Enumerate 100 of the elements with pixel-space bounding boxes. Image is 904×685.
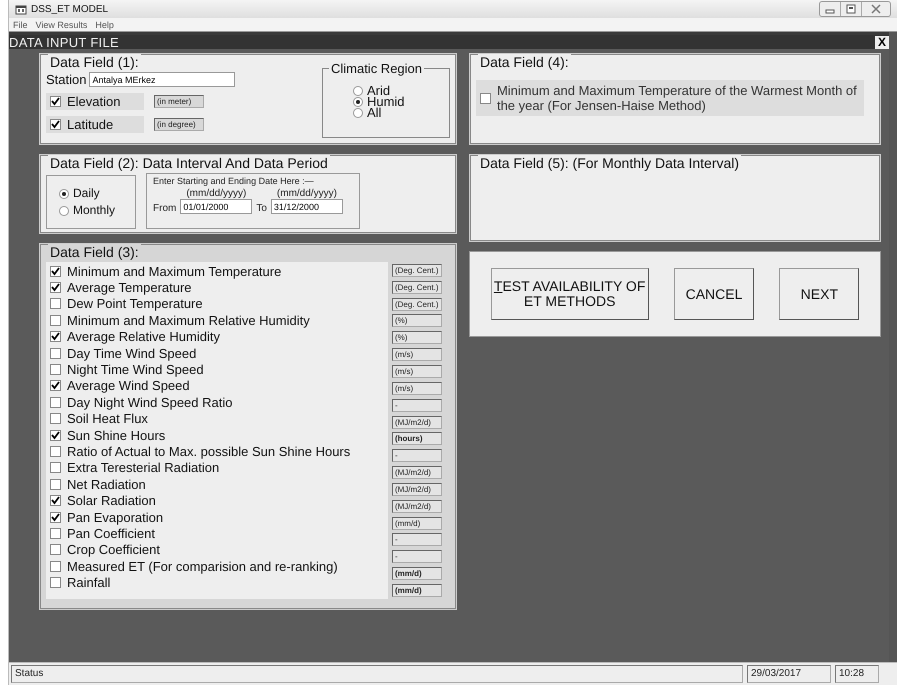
checkbox-label: Solar Radiation [67, 493, 156, 508]
maximize-icon [846, 4, 856, 14]
status-time: 10:28 [835, 665, 879, 683]
checkbox[interactable] [50, 282, 61, 294]
checkbox[interactable] [50, 364, 61, 376]
unit-field: (in meter) [154, 95, 204, 108]
unit-field: (in degree) [154, 118, 204, 131]
radio-button[interactable] [59, 206, 69, 216]
checkbox[interactable] [50, 430, 61, 441]
checkbox[interactable] [50, 495, 61, 506]
menu-item[interactable]: Help [95, 20, 114, 30]
checkbox[interactable] [50, 314, 61, 326]
radio-label: Arid [366, 85, 390, 96]
date-field[interactable]: 01/01/2000 [180, 199, 252, 214]
menu-item[interactable]: View Results [36, 20, 88, 30]
radio-button[interactable] [59, 188, 69, 198]
checkbox-label: Night Time Wind Speed [67, 362, 204, 378]
date-field[interactable]: 31/12/2000 [270, 199, 343, 214]
cancel-button[interactable]: CANCEL [674, 268, 754, 320]
checkbox-label: Day Time Wind Speed [67, 346, 196, 361]
radio-label: Humid [366, 96, 405, 107]
window-title: DSS_ET MODEL [31, 4, 108, 14]
checkbox-label: Minimum and Maximum Temperature of the Warmest Month of the year (For Jensen-Haise Method) [496, 83, 858, 113]
checkbox[interactable] [50, 331, 61, 342]
next-button[interactable]: NEXT [779, 268, 860, 320]
field-label: Station [46, 72, 86, 87]
checkbox-label: Minimum and Maximum Temperature [67, 264, 282, 279]
checkbox[interactable] [50, 446, 61, 457]
check-icon [51, 97, 60, 106]
group-title: Climatic Region [328, 61, 424, 76]
checkbox[interactable] [50, 577, 61, 588]
checkbox[interactable] [50, 396, 61, 408]
unit-field: (m/s) [392, 348, 442, 362]
checkbox-label: Average Relative Humidity [67, 329, 220, 344]
checkbox[interactable] [50, 380, 61, 392]
station-field[interactable]: Antalya MErkez [89, 72, 236, 87]
checkbox-label: Soil Heat Flux [67, 411, 148, 426]
status-text: Status [11, 665, 743, 683]
unit-field: (Deg. Cent.) [392, 264, 442, 277]
checkbox[interactable] [50, 462, 61, 474]
checkbox-label: Day Night Wind Speed Ratio [67, 394, 232, 410]
unit-field: (m/s) [392, 382, 442, 395]
unit-field: (%) [392, 314, 442, 328]
radio-button[interactable] [352, 108, 363, 118]
checkbox[interactable] [50, 119, 61, 130]
group-title: Data Field (2): Data Interval And Data Period [48, 155, 330, 171]
radio-label: Monthly [73, 205, 116, 216]
checkbox[interactable] [50, 544, 61, 556]
checkbox[interactable] [50, 348, 61, 359]
checkbox-label: Ratio of Actual to Max. possible Sun Shine Hours [67, 444, 350, 459]
checkbox-label: Latitude [67, 117, 114, 132]
unit-field: (MJ/m2/d) [392, 500, 442, 513]
unit-field: (Deg. Cent.) [392, 298, 442, 311]
checkbox-label: Sun Shine Hours [67, 428, 166, 443]
checkbox[interactable] [50, 266, 61, 277]
format-hint: (mm/dd/yyyy) [276, 188, 337, 199]
status-date: 29/03/2017 [747, 665, 831, 683]
checkbox-label: Rainfall [67, 575, 110, 590]
checkbox[interactable] [50, 96, 61, 107]
checkbox[interactable] [50, 413, 61, 424]
radio-label: Daily [73, 188, 100, 199]
checkbox[interactable] [50, 560, 61, 572]
check-icon [51, 381, 60, 390]
unit-field: - [392, 449, 442, 462]
radio-button[interactable] [352, 96, 363, 106]
group-title: Data Field (3): [48, 244, 141, 260]
checkbox[interactable] [50, 298, 61, 310]
close-button[interactable]: X [874, 36, 889, 48]
checkbox[interactable] [50, 528, 61, 539]
checkbox[interactable] [480, 92, 491, 104]
checkbox-label: Extra Teresterial Radiation [67, 460, 220, 476]
unit-field: (MJ/m2/d) [392, 482, 442, 496]
unit-field: (MJ/m2/d) [392, 416, 442, 429]
unit-field: (mm/d) [392, 567, 442, 580]
checkbox-label: Pan Coefficient [67, 526, 155, 541]
unit-field: - [392, 550, 442, 564]
unit-field: (mm/d) [392, 584, 442, 597]
checkbox-label: Net Radiation [67, 476, 146, 492]
unit-field: (hours) [392, 432, 442, 446]
checkbox-label: Measured ET (For comparision and re-ranking) [67, 558, 338, 574]
checkbox-label: Average Wind Speed [67, 378, 190, 394]
check-icon [51, 120, 60, 129]
unit-field: (%) [392, 331, 442, 344]
checkbox[interactable] [50, 478, 61, 490]
group-title: Data Field (1): [48, 54, 141, 70]
checkbox[interactable] [50, 512, 61, 523]
checkbox-label: Average Temperature [67, 280, 192, 296]
close-icon [871, 4, 881, 14]
field-label: To [256, 203, 267, 214]
group-title: Data Field (5): (For Monthly Data Interval) [478, 155, 742, 171]
checkbox-label: Pan Evaporation [67, 510, 164, 525]
unit-field: (m/s) [392, 364, 442, 378]
unit-field: (mm/d) [392, 516, 442, 530]
radio-button[interactable] [352, 86, 363, 96]
checkbox-label: Crop Coefficient [67, 542, 160, 558]
radio-label: All [366, 107, 382, 118]
menu-item[interactable]: File [13, 20, 28, 30]
checkbox-label: Minimum and Maximum Relative Humidity [67, 312, 310, 328]
test-button[interactable]: TEST AVAILABILITY OF ET METHODS [490, 268, 649, 320]
unit-field: - [392, 398, 442, 412]
